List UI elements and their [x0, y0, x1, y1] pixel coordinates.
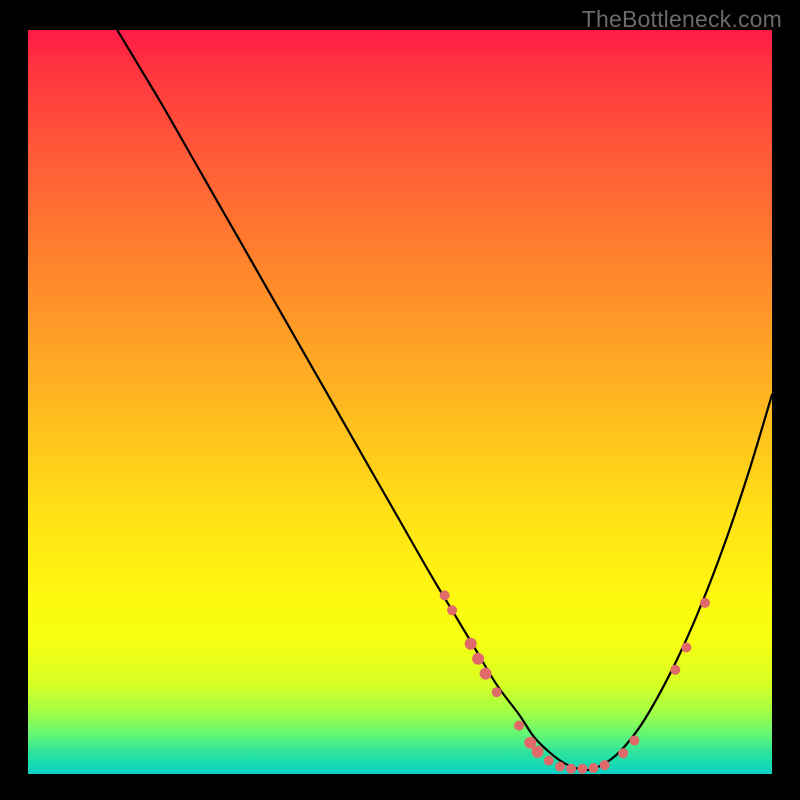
data-marker — [532, 746, 544, 758]
data-marker — [514, 721, 524, 731]
data-marker — [700, 598, 710, 608]
data-marker — [544, 756, 554, 766]
watermark-text: TheBottleneck.com — [582, 6, 782, 33]
data-marker — [629, 736, 639, 746]
marker-group — [440, 590, 710, 773]
data-marker — [472, 653, 484, 665]
curve-line — [117, 30, 772, 770]
data-marker — [670, 665, 680, 675]
chart-svg — [28, 30, 772, 774]
data-marker — [447, 605, 457, 615]
data-marker — [492, 687, 502, 697]
data-marker — [618, 748, 628, 758]
data-marker — [440, 590, 450, 600]
data-marker — [588, 763, 598, 773]
data-marker — [555, 762, 565, 772]
data-marker — [566, 764, 576, 774]
plot-area — [28, 30, 772, 774]
data-marker — [600, 760, 610, 770]
data-marker — [465, 638, 477, 650]
chart-frame: TheBottleneck.com — [0, 0, 800, 800]
data-marker — [480, 668, 492, 680]
data-marker — [681, 643, 691, 653]
data-marker — [577, 764, 587, 774]
